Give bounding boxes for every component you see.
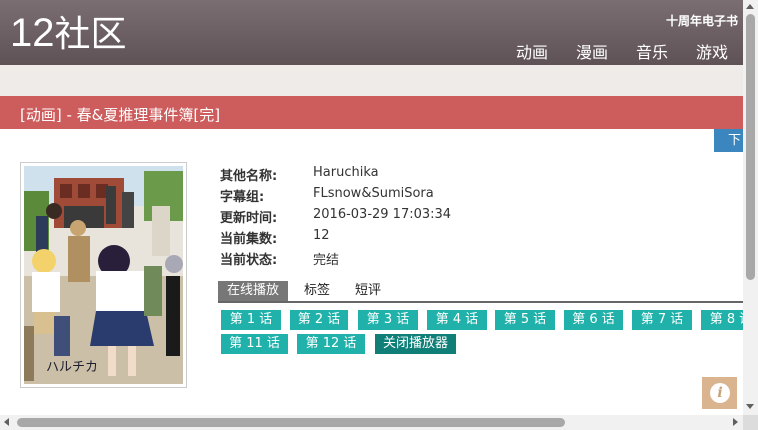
page-title: [动画] - 春&夏推理事件簿[完]	[20, 106, 221, 124]
episode-button-1[interactable]: 第 1 话	[221, 310, 281, 330]
episode-button-3[interactable]: 第 3 话	[358, 310, 418, 330]
poster: ハルチカ	[20, 162, 187, 388]
info-value: 2016-03-29 17:03:34	[313, 207, 452, 222]
poster-logo-text: ハルチカ	[46, 360, 98, 375]
episode-button-5[interactable]: 第 5 话	[495, 310, 555, 330]
scrollbar-corner	[743, 415, 758, 430]
info-label: 当前状态:	[220, 253, 278, 268]
tab-online-play[interactable]: 在线播放	[218, 281, 289, 301]
episode-button-8[interactable]: 第 8 话	[701, 310, 743, 330]
scroll-right-icon[interactable]	[733, 418, 738, 426]
episode-button-11[interactable]: 第 11 话	[221, 334, 288, 354]
site-logo[interactable]: 12社区	[10, 13, 127, 55]
info-icon-glyph: i	[710, 383, 730, 403]
nav-games[interactable]: 游戏	[696, 39, 728, 63]
info-label: 当前集数:	[220, 232, 278, 247]
horizontal-scroll-thumb[interactable]	[17, 418, 565, 427]
horizontal-scrollbar[interactable]	[0, 415, 743, 430]
info-label: 字幕组:	[220, 190, 265, 205]
close-player-button[interactable]: 关闭播放器	[375, 334, 456, 354]
vertical-scrollbar[interactable]	[743, 0, 758, 415]
info-value: 12	[313, 228, 330, 243]
scroll-up-icon[interactable]	[746, 4, 754, 9]
info-value: FLsnow&SumiSora	[313, 186, 434, 201]
info-icon[interactable]: i	[702, 377, 737, 409]
info-value: Haruchika	[313, 165, 379, 180]
episode-button-4[interactable]: 第 4 话	[427, 310, 487, 330]
tab-bar: 在线播放 标签 短评	[218, 281, 743, 303]
title-bar: [动画] - 春&夏推理事件簿[完]	[0, 96, 743, 129]
header-strip	[0, 65, 743, 96]
download-button[interactable]: 下	[714, 129, 743, 152]
ebook-link[interactable]: 十周年电子书	[666, 12, 738, 29]
logo-number: 12	[10, 11, 55, 55]
nav-manga[interactable]: 漫画	[576, 39, 608, 63]
tab-reviews[interactable]: 短评	[355, 281, 381, 301]
poster-image: ハルチカ	[24, 166, 183, 384]
episode-button-2[interactable]: 第 2 话	[290, 310, 348, 330]
nav-music[interactable]: 音乐	[636, 39, 668, 63]
episode-button-6[interactable]: 第 6 话	[564, 310, 623, 330]
info-value: 完结	[313, 253, 340, 268]
info-label: 其他名称:	[220, 169, 278, 184]
vertical-scroll-thumb[interactable]	[746, 14, 755, 280]
tab-tags[interactable]: 标签	[304, 281, 330, 301]
nav-anime[interactable]: 动画	[516, 39, 548, 63]
scroll-down-icon[interactable]	[746, 404, 754, 409]
site-header: 12社区 十周年电子书 动画 漫画 音乐 游戏	[0, 0, 743, 65]
info-label: 更新时间:	[220, 211, 278, 226]
viewport: 12社区 十周年电子书 动画 漫画 音乐 游戏 [动画] - 春&夏推理事件簿[…	[0, 0, 743, 415]
episode-button-12[interactable]: 第 12 话	[297, 334, 365, 354]
logo-text: 社区	[54, 14, 127, 55]
scroll-left-icon[interactable]	[4, 418, 9, 426]
episode-button-7[interactable]: 第 7 话	[632, 310, 692, 330]
